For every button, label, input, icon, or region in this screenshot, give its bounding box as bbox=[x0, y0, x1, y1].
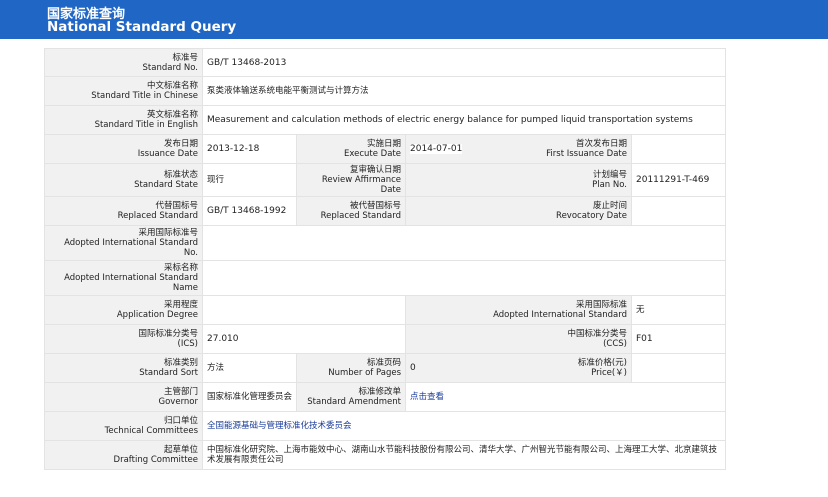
label-standard-sort: 标准类别 Standard Sort bbox=[44, 353, 203, 383]
value-revocatory-date bbox=[630, 196, 727, 226]
page-header: 国家标准查询 National Standard Query bbox=[0, 0, 828, 39]
row-standard-no: 标准号 Standard No. GB/T 13468-2013 bbox=[44, 48, 727, 77]
standard-info-table: 标准号 Standard No. GB/T 13468-2013 中文标准名称 St… bbox=[44, 48, 727, 470]
value-title-chinese: 泵类液体输送系统电能平衡测试与计算方法 bbox=[201, 76, 727, 106]
row-title-english: 英文标准名称 Standard Title in English Measurem… bbox=[44, 105, 727, 135]
label-plan-no: 计划编号 Plan No. bbox=[405, 163, 632, 197]
label-technical-committees: 归口单位 Technical Committees bbox=[44, 411, 203, 441]
label-adopted-intl-no: 采用国际标准号 Adopted International Standard No… bbox=[44, 225, 203, 261]
label-replaced-by: 被代替国标号 Replaced Standard bbox=[296, 196, 406, 226]
value-ccs: F01 bbox=[630, 324, 727, 354]
row-replaced: 代替国标号 Replaced Standard GB/T 13468-1992 被… bbox=[44, 196, 727, 226]
value-adopted-intl: 无 bbox=[630, 295, 727, 325]
row-adopted-intl-name: 采标名称 Adopted International Standard Name bbox=[44, 260, 727, 296]
label-drafting-committee: 起草单位 Drafting Committee bbox=[44, 440, 203, 470]
value-application-degree bbox=[202, 295, 406, 325]
technical-committees-link[interactable]: 全国能源基础与管理标准化技术委员会 bbox=[207, 421, 352, 431]
row-technical-committees: 归口单位 Technical Committees 全国能源基础与管理标准化技术委… bbox=[44, 411, 727, 441]
label-standard-no: 标准号 Standard No. bbox=[44, 48, 203, 77]
row-application-degree: 采用程度 Application Degree 采用国际标准 Adopted Int… bbox=[44, 295, 727, 325]
label-ccs: 中国标准分类号 (CCS) bbox=[405, 324, 632, 354]
value-number-of-pages: 0 bbox=[410, 363, 416, 373]
row-adopted-intl-no: 采用国际标准号 Adopted International Standard No… bbox=[44, 225, 727, 261]
value-drafting-committee: 中国标准化研究院、上海市能效中心、湖南山水节能科技股份有限公司、清华大学、广州智… bbox=[201, 440, 727, 470]
value-standard-state: 现行 bbox=[202, 163, 297, 197]
value-pages-cell: 0 标准价格(元) Price(￥) bbox=[405, 353, 632, 383]
value-standard-amendment-cell: 点击查看 bbox=[404, 382, 727, 412]
value-adopted-intl-no bbox=[201, 225, 727, 261]
label-standard-amendment: 标准修改单 Standard Amendment bbox=[296, 382, 406, 412]
page-title-en: National Standard Query bbox=[47, 19, 237, 35]
amendment-view-link[interactable]: 点击查看 bbox=[410, 392, 444, 402]
label-replaced-standard: 代替国标号 Replaced Standard bbox=[44, 196, 203, 226]
label-title-english: 英文标准名称 Standard Title in English bbox=[44, 105, 203, 135]
value-standard-sort: 方法 bbox=[202, 353, 297, 383]
value-price bbox=[630, 353, 727, 383]
label-number-of-pages: 标准页码 Number of Pages bbox=[296, 353, 406, 383]
value-standard-no: GB/T 13468-2013 bbox=[201, 48, 727, 77]
label-standard-state: 标准状态 Standard State bbox=[44, 163, 203, 197]
value-adopted-intl-name bbox=[201, 260, 727, 296]
value-technical-committees-cell: 全国能源基础与管理标准化技术委员会 bbox=[201, 411, 727, 441]
label-price: 标准价格(元) Price(￥) bbox=[577, 358, 627, 378]
value-execute-date: 2014-07-01 bbox=[410, 144, 463, 154]
row-drafting-committee: 起草单位 Drafting Committee 中国标准化研究院、上海市能效中心、… bbox=[44, 440, 727, 470]
label-governor: 主管部门 Governor bbox=[44, 382, 203, 412]
value-first-issuance-date bbox=[630, 134, 727, 164]
value-issuance-date: 2013-12-18 bbox=[202, 134, 297, 164]
label-first-issuance-date: 首次发布日期 First Issuance Date bbox=[546, 139, 627, 159]
row-title-chinese: 中文标准名称 Standard Title in Chinese 泵类液体输送系统… bbox=[44, 76, 727, 106]
label-application-degree: 采用程度 Application Degree bbox=[44, 295, 203, 325]
value-replaced-standard: GB/T 13468-1992 bbox=[202, 196, 297, 226]
value-plan-no: 20111291-T-469 bbox=[630, 163, 727, 197]
label-adopted-intl: 采用国际标准 Adopted International Standard bbox=[405, 295, 632, 325]
row-state: 标准状态 Standard State 现行 复审确认日期 Review Affir… bbox=[44, 163, 727, 197]
value-governor: 国家标准化管理委员会 bbox=[202, 382, 297, 412]
row-dates: 发布日期 Issuance Date 2013-12-18 实施日期 Execute… bbox=[44, 134, 727, 164]
label-review-affirmance-date: 复审确认日期 Review Affirmance Date bbox=[296, 163, 406, 197]
value-execute-date-cell: 2014-07-01 首次发布日期 First Issuance Date bbox=[405, 134, 632, 164]
label-title-chinese: 中文标准名称 Standard Title in Chinese bbox=[44, 76, 203, 106]
value-title-english: Measurement and calculation methods of e… bbox=[201, 105, 727, 135]
value-ics: 27.010 bbox=[202, 324, 406, 354]
label-revocatory-date: 废止时间 Revocatory Date bbox=[405, 196, 632, 226]
label-adopted-intl-name: 采标名称 Adopted International Standard Name bbox=[44, 260, 203, 296]
row-sort: 标准类别 Standard Sort 方法 标准页码 Number of Pages… bbox=[44, 353, 727, 383]
label-issuance-date: 发布日期 Issuance Date bbox=[44, 134, 203, 164]
label-ics: 国际标准分类号 (ICS) bbox=[44, 324, 203, 354]
row-governor: 主管部门 Governor 国家标准化管理委员会 标准修改单 Standard Am… bbox=[44, 382, 727, 412]
row-classification: 国际标准分类号 (ICS) 27.010 中国标准分类号 (CCS) F01 bbox=[44, 324, 727, 354]
label-execute-date: 实施日期 Execute Date bbox=[296, 134, 406, 164]
